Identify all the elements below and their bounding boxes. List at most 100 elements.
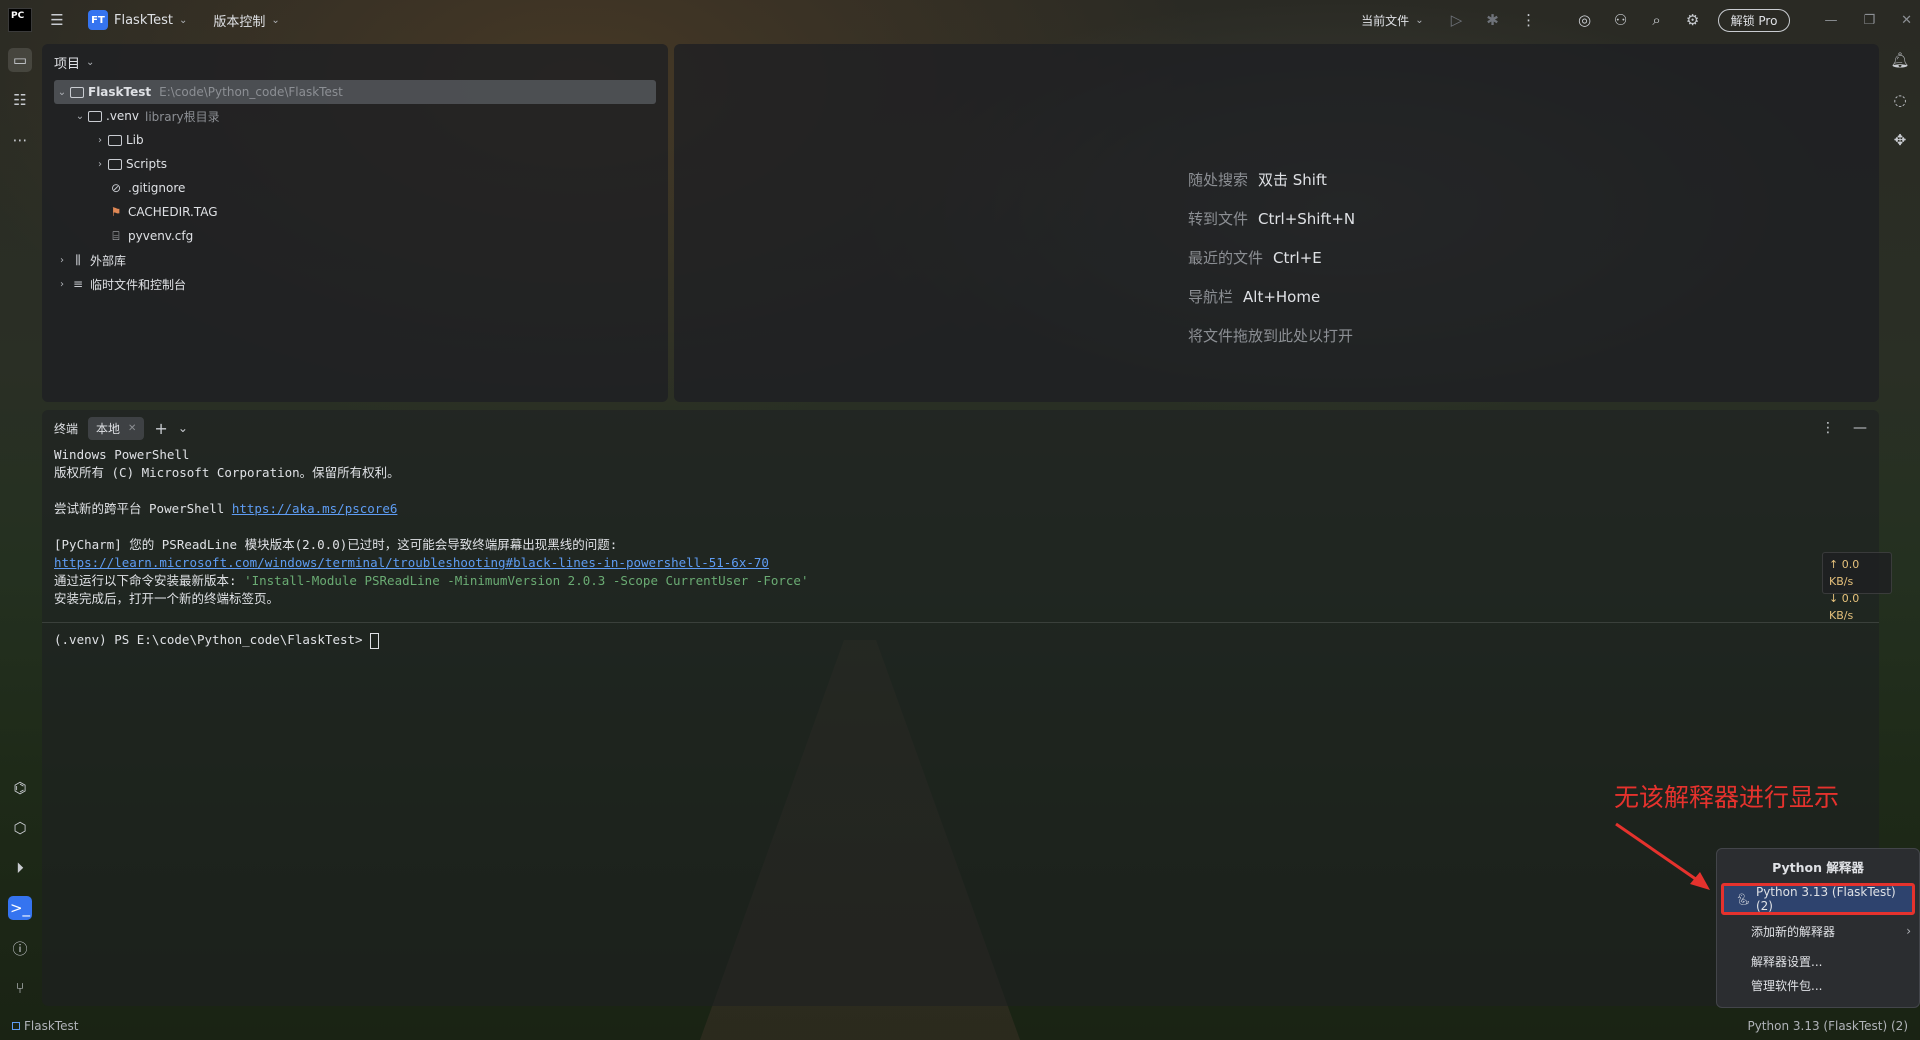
chevron-right-icon[interactable]: ›: [54, 279, 70, 290]
close-icon[interactable]: ✕: [1901, 13, 1912, 28]
status-project-name[interactable]: FlaskTest: [24, 1019, 78, 1033]
tree-item-label: Scripts: [126, 157, 168, 171]
run-config-selector[interactable]: 当前文件 ⌄: [1353, 8, 1431, 33]
annotation-arrow: [1615, 822, 1710, 890]
unlock-pro-button[interactable]: 解锁 Pro: [1717, 8, 1791, 32]
notifications-bell-icon[interactable]: 🔔︎: [1888, 48, 1912, 72]
folder-icon: [108, 158, 122, 170]
popup-title: Python 解释器: [1772, 859, 1864, 875]
python-console-icon[interactable]: ⌬: [8, 776, 32, 800]
add-interpreter-label: 添加新的解释器: [1751, 924, 1836, 939]
add-interpreter-item[interactable]: 添加新的解释器 ›: [1717, 917, 1919, 945]
add-user-icon[interactable]: ⚇: [1610, 9, 1632, 31]
editor-hints: 随处搜索 双击 Shift 转到文件 Ctrl+Shift+N 最近的文件 Ct…: [1188, 160, 1355, 355]
python-packages-icon[interactable]: ⬡: [8, 816, 32, 840]
scratches-icon: ≡: [72, 277, 84, 291]
close-tab-icon[interactable]: ✕: [128, 423, 136, 434]
settings-gear-icon[interactable]: ⚙: [1682, 9, 1704, 31]
left-tool-strip: ▭ ☷ ⋯ ⌬ ⬡ ⏵ >_ ⓘ ⑂: [0, 40, 40, 1010]
tree-item-label: .gitignore: [128, 181, 186, 195]
problems-icon[interactable]: ⓘ: [8, 936, 32, 960]
terminal-prompt-line[interactable]: (.venv) PS E:\code\Python_code\FlaskTest…: [54, 631, 1867, 649]
structure-icon[interactable]: ☷: [8, 88, 32, 112]
tree-item-hint: library根目录: [145, 109, 220, 124]
folder-icon: [88, 110, 102, 122]
hint-label: 最近的文件: [1188, 249, 1264, 267]
tree-item-lib[interactable]: › Lib: [54, 128, 656, 152]
terminal-tab-local[interactable]: 本地 ✕: [88, 416, 145, 440]
main-menu-icon[interactable]: ☰: [46, 9, 68, 31]
terminal-header: 终端 本地 ✕ + ⌄ ⋮ —: [42, 410, 1879, 446]
run-icon[interactable]: ▷: [1446, 9, 1468, 31]
tree-item-label: .venv: [106, 109, 140, 123]
download-speed: ↓ 0.0 KB/s: [1829, 592, 1860, 622]
troubleshooting-link[interactable]: https://learn.microsoft.com/windows/term…: [54, 555, 769, 570]
project-switcher[interactable]: FT FlaskTest ⌄: [80, 6, 195, 34]
interpreter-settings-item[interactable]: 解释器设置...: [1717, 949, 1919, 973]
pscore-link[interactable]: https://aka.ms/pscore6: [232, 501, 398, 516]
git-branch-icon[interactable]: ⑂: [8, 976, 32, 1000]
search-icon[interactable]: ⌕: [1646, 9, 1668, 31]
tree-item-label: 临时文件和控制台: [90, 277, 187, 292]
tree-item-scripts[interactable]: › Scripts: [54, 152, 656, 176]
project-panel-header[interactable]: 项目 ⌄: [42, 44, 668, 80]
library-icon: ⫼: [75, 252, 81, 267]
debug-icon[interactable]: ✱: [1482, 9, 1504, 31]
project-panel: 项目 ⌄ ⌄ FlaskTest E:\code\Python_code\Fla…: [42, 44, 668, 402]
restore-icon[interactable]: ❐: [1863, 13, 1875, 28]
terminal-text: 通过运行以下命令安装最新版本:: [54, 573, 245, 588]
tree-item-gitignore[interactable]: ⊘ .gitignore: [54, 176, 656, 200]
manage-packages-item[interactable]: 管理软件包...: [1717, 973, 1919, 997]
services-icon[interactable]: ⏵: [8, 856, 32, 880]
tree-item-path: E:\code\Python_code\FlaskTest: [159, 85, 343, 99]
terminal-panel: 终端 本地 ✕ + ⌄ ⋮ — Windows PowerShell 版权所有 …: [42, 410, 1879, 1006]
network-speed-widget: ↑ 0.0 KB/s ↓ 0.0 KB/s: [1822, 552, 1892, 622]
chevron-right-icon[interactable]: ›: [92, 135, 108, 146]
chevron-down-icon[interactable]: ⌄: [54, 87, 70, 98]
tree-item-root[interactable]: ⌄ FlaskTest E:\code\Python_code\FlaskTes…: [54, 80, 656, 104]
more-horizontal-icon[interactable]: ⋯: [8, 128, 32, 152]
hint-label: 导航栏: [1188, 288, 1234, 306]
tree-item-scratches[interactable]: › ≡ 临时文件和控制台: [54, 272, 656, 296]
terminal-divider: [42, 622, 1879, 623]
terminal-text: 尝试新的跨平台 PowerShell: [54, 501, 232, 516]
tree-item-label: pyvenv.cfg: [128, 229, 194, 243]
terminal-line: [PyCharm] 您的 PSReadLine 模块版本(2.0.0)已过时，这…: [54, 537, 618, 552]
tree-item-cachedir[interactable]: ⚑ CACHEDIR.TAG: [54, 200, 656, 224]
plugin-icon[interactable]: ✥: [1888, 128, 1912, 152]
new-tab-plus-icon[interactable]: +: [154, 419, 167, 438]
terminal-line: 版权所有 (C) Microsoft Corporation。保留所有权利。: [54, 465, 400, 480]
tree-item-label: FlaskTest: [88, 85, 152, 99]
terminal-icon[interactable]: >_: [8, 896, 32, 920]
project-square-icon: [12, 1022, 20, 1030]
project-tool-folder-icon[interactable]: ▭: [8, 48, 32, 72]
ai-chat-icon[interactable]: ◌: [1888, 88, 1912, 112]
terminal-line: 通过运行以下命令安装最新版本: 'Install-Module PSReadLi…: [54, 572, 1867, 590]
config-file-icon: ⌸: [112, 228, 120, 243]
vcs-menu[interactable]: 版本控制 ⌄: [205, 7, 287, 34]
manage-packages-label: 管理软件包...: [1751, 978, 1823, 993]
tree-item-pyvenv[interactable]: ⌸ pyvenv.cfg: [54, 224, 656, 248]
tree-item-label: 外部库: [90, 253, 127, 268]
editor-area[interactable]: 随处搜索 双击 Shift 转到文件 Ctrl+Shift+N 最近的文件 Ct…: [674, 44, 1879, 402]
status-interpreter[interactable]: Python 3.13 (FlaskTest) (2): [1747, 1019, 1908, 1033]
terminal-output[interactable]: Windows PowerShell 版权所有 (C) Microsoft Co…: [42, 446, 1879, 649]
chevron-right-icon[interactable]: ›: [54, 255, 70, 266]
interpreter-option-current[interactable]: 🐍︎ Python 3.13 (FlaskTest) (2): [1721, 883, 1915, 915]
more-vertical-icon[interactable]: ⋮: [1518, 9, 1540, 31]
vcs-label: 版本控制: [213, 14, 266, 30]
minimize-icon[interactable]: —: [1824, 13, 1837, 28]
more-vertical-icon[interactable]: ⋮: [1821, 420, 1835, 436]
tree-item-external-libs[interactable]: › ⫼ 外部库: [54, 248, 656, 272]
chevron-down-icon[interactable]: ⌄: [72, 111, 88, 122]
minimize-panel-icon[interactable]: —: [1853, 420, 1867, 436]
tree-item-label: Lib: [126, 133, 144, 147]
ai-assistant-icon[interactable]: ◎: [1574, 9, 1596, 31]
chevron-down-icon[interactable]: ⌄: [178, 421, 188, 435]
status-bar: FlaskTest Python 3.13 (FlaskTest) (2): [0, 1012, 1920, 1040]
chevron-right-icon[interactable]: ›: [92, 159, 108, 170]
hint-shortcut: Ctrl+E: [1273, 248, 1322, 267]
tree-item-venv[interactable]: ⌄ .venv library根目录: [54, 104, 656, 128]
tag-file-icon: ⚑: [110, 205, 122, 219]
